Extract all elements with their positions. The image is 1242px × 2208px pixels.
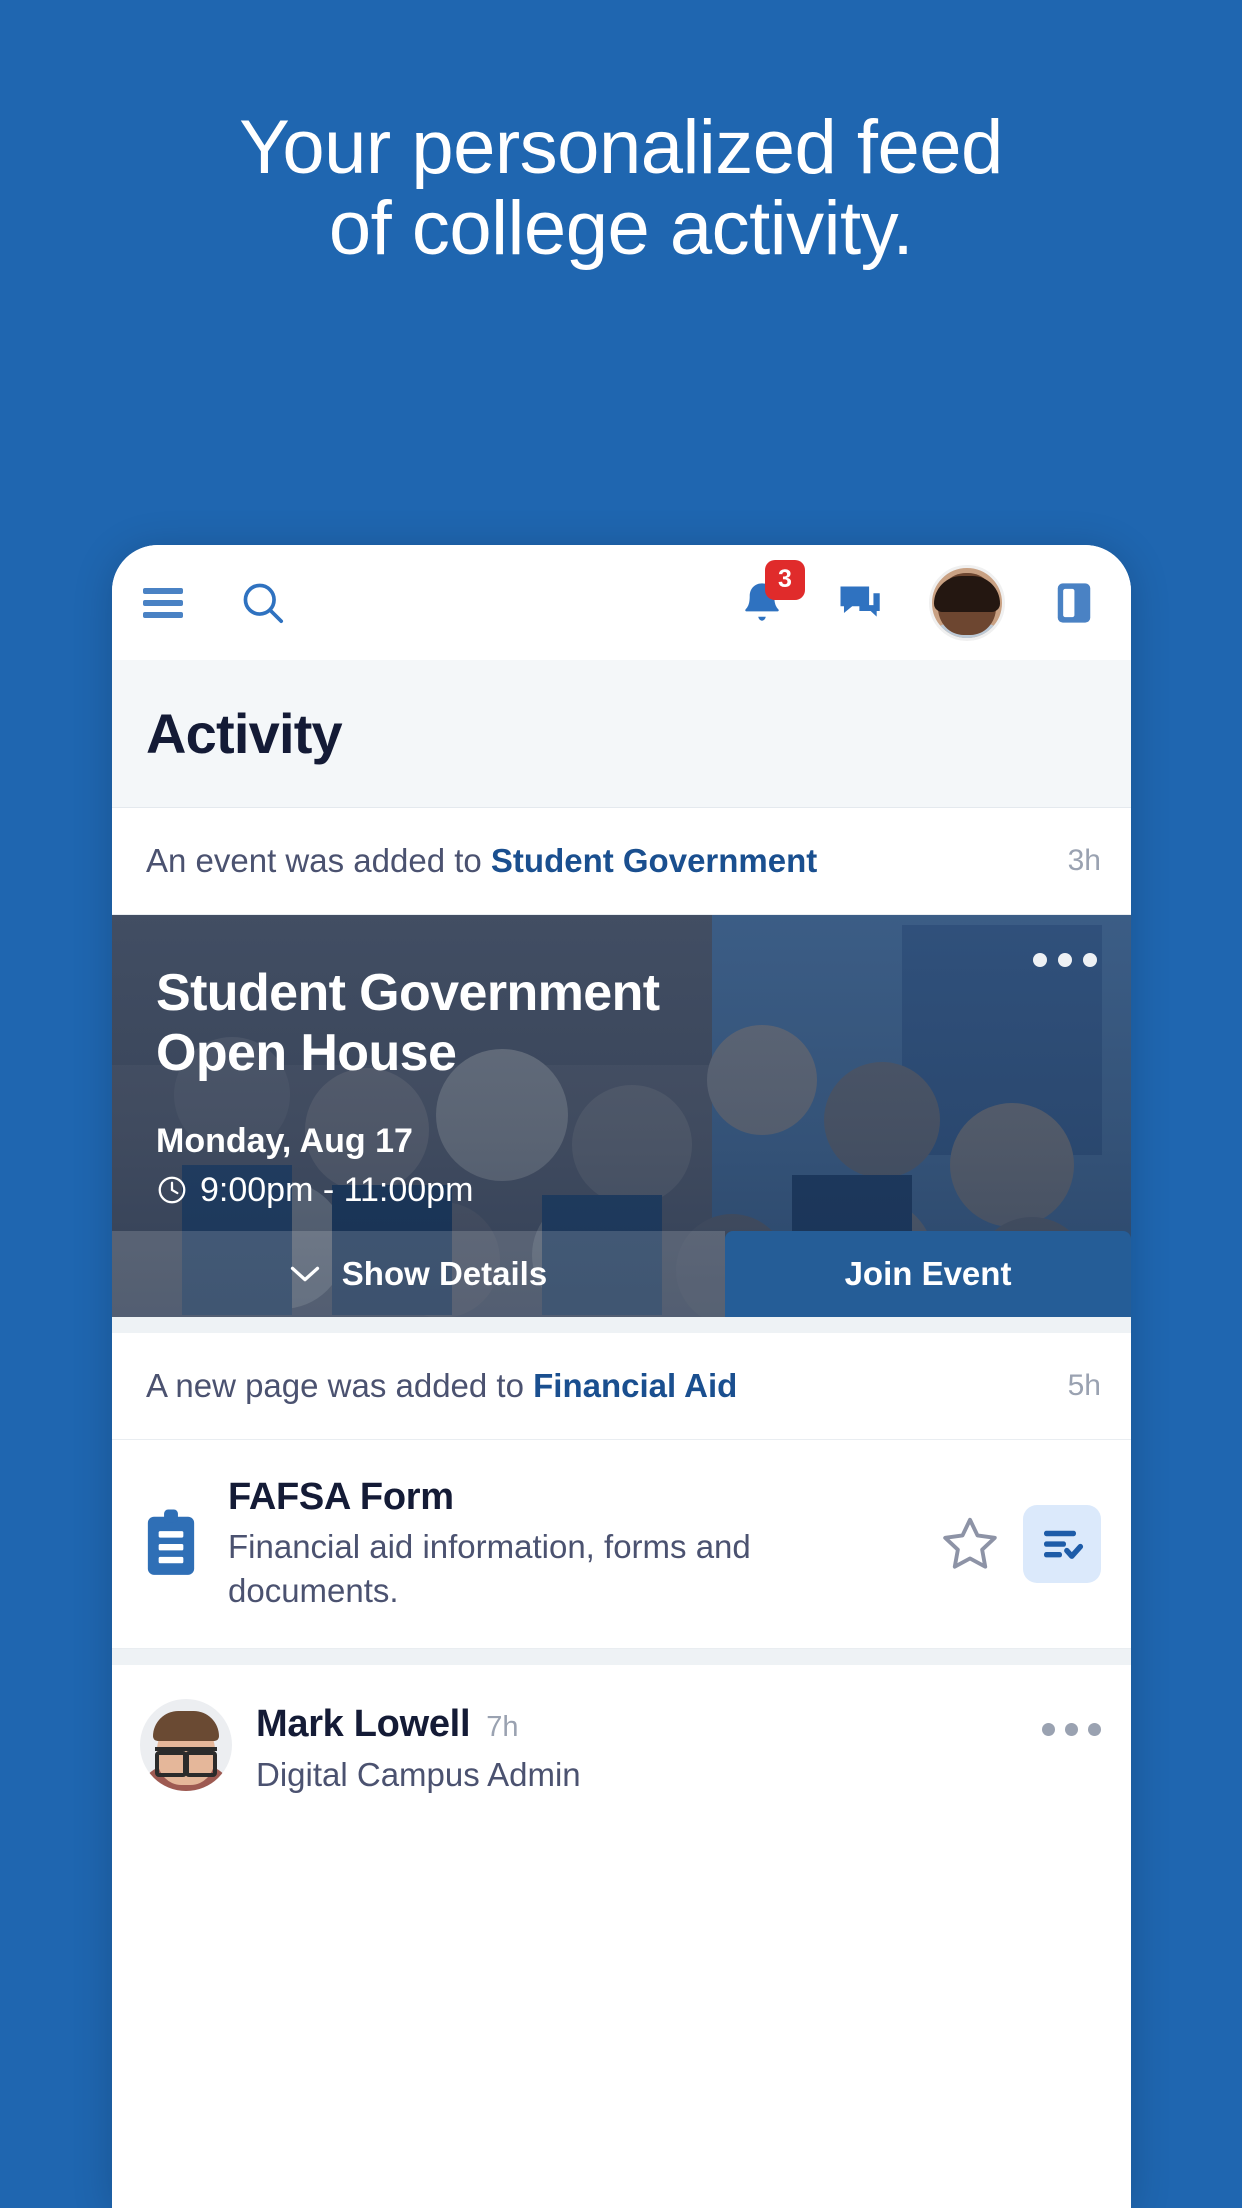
page-card-description: Financial aid information, forms and doc… (228, 1528, 751, 1609)
clipboard-icon (147, 1509, 195, 1575)
app-toolbar: 3 (112, 545, 1131, 660)
event-actions: Show Details Join Event (112, 1231, 1131, 1317)
avatar[interactable] (929, 564, 1005, 641)
hamburger-menu-icon (143, 587, 183, 618)
event-title: Student Government Open House (156, 964, 660, 1083)
search-button[interactable] (234, 574, 292, 632)
show-details-label: Show Details (341, 1255, 548, 1292)
page-card-actions (939, 1505, 1101, 1584)
feed-meta-text: A new page was added to Financial Aid (146, 1367, 737, 1405)
checklist-button[interactable] (1023, 1505, 1101, 1584)
hamburger-menu-button[interactable] (134, 574, 192, 632)
reader-button[interactable] (1045, 574, 1103, 632)
show-details-button[interactable]: Show Details (112, 1231, 725, 1317)
chevron-down-icon (290, 1266, 319, 1282)
post-timestamp: 7h (486, 1711, 519, 1744)
post-header-row: Mark Lowell 7h (256, 1703, 1101, 1746)
feed-meta-prefix: A new page was added to (146, 1367, 534, 1404)
page-card-title: FAFSA Form (228, 1476, 454, 1518)
feed-timestamp: 3h (1067, 844, 1101, 877)
notifications-button[interactable]: 3 (733, 559, 805, 632)
event-time-range: 9:00pm - 11:00pm (200, 1170, 474, 1209)
book-layout-icon (1057, 582, 1091, 623)
section-divider (112, 1649, 1131, 1666)
search-icon (243, 583, 284, 623)
post-content: Mark Lowell 7h Digital Campus Admin (256, 1699, 1101, 1794)
checklist-icon (1044, 1530, 1084, 1559)
notifications-badge: 3 (765, 559, 805, 600)
star-outline-icon[interactable] (939, 1513, 1001, 1575)
messages-button[interactable] (831, 574, 889, 632)
section-divider (112, 1317, 1131, 1333)
page-header: Activity (112, 660, 1131, 808)
feed-timestamp: 5h (1067, 1369, 1101, 1402)
feed-meta-text: An event was added to Student Government (146, 842, 817, 880)
hero-headline-line-2: of college activity. (328, 185, 914, 271)
clock-icon (158, 1176, 186, 1204)
post-author-name[interactable]: Mark Lowell (256, 1703, 471, 1746)
avatar[interactable] (140, 1699, 232, 1792)
page-card-text: FAFSA Form Financial aid information, fo… (228, 1476, 913, 1612)
post-item[interactable]: Mark Lowell 7h Digital Campus Admin (112, 1665, 1131, 1795)
event-date: Monday, Aug 17 (156, 1121, 413, 1160)
event-card[interactable]: Student Government Open House Monday, Au… (112, 915, 1131, 1317)
join-event-label: Join Event (844, 1255, 1012, 1292)
page-title: Activity (146, 702, 343, 765)
hero-headline: Your personalized feed of college activi… (0, 105, 1242, 271)
feed-meta-page: A new page was added to Financial Aid 5h (112, 1333, 1131, 1440)
event-overflow-menu[interactable] (1033, 953, 1097, 967)
join-event-button[interactable]: Join Event (725, 1231, 1131, 1317)
chat-bubble-icon (840, 586, 880, 617)
hero-headline-line-1: Your personalized feed (239, 105, 1003, 190)
feed-meta-group-link[interactable]: Student Government (491, 842, 817, 879)
feed-meta-prefix: An event was added to (146, 842, 491, 879)
feed-meta-event: An event was added to Student Government… (112, 808, 1131, 915)
post-overflow-menu[interactable] (1042, 1703, 1101, 1737)
event-time-row: 9:00pm - 11:00pm (156, 1171, 1087, 1210)
phone-mockup: 3 Activity An event was added to Student… (112, 545, 1131, 2208)
post-author-role: Digital Campus Admin (256, 1756, 581, 1794)
feed-meta-group-link[interactable]: Financial Aid (533, 1367, 737, 1404)
page-card[interactable]: FAFSA Form Financial aid information, fo… (112, 1440, 1131, 1650)
